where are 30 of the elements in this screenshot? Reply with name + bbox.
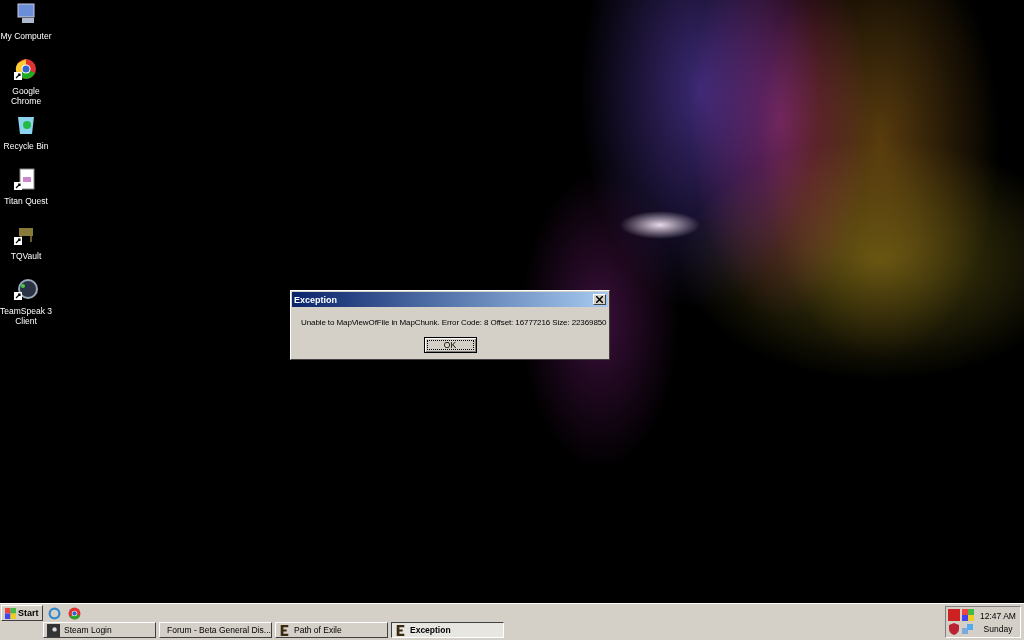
- desktop-icon-label[interactable]: My Computer: [0, 31, 52, 41]
- steam-icon: [47, 623, 60, 637]
- browser-icon[interactable]: [14, 57, 38, 81]
- desktop-icon-label[interactable]: TQVault: [0, 251, 52, 261]
- tiles-icon[interactable]: [962, 609, 974, 621]
- windows-flag-icon: [5, 607, 16, 619]
- clock-day: Sunday: [983, 623, 1013, 634]
- letter-e-icon: [395, 623, 406, 637]
- browser-icon: [48, 606, 61, 620]
- taskbar-button[interactable]: Exception: [391, 622, 504, 638]
- quick-launch-button[interactable]: [66, 605, 83, 621]
- error-message: Unable to MapViewOfFile in MapChunk. Error Code: 8 Offset: 16777216 Size: 22369850: [301, 318, 608, 327]
- dialog-title: Exception: [294, 294, 337, 305]
- taskbar-button[interactable]: Path of Exile: [275, 622, 388, 638]
- computer-icon[interactable]: [14, 2, 38, 26]
- document-icon[interactable]: [14, 167, 38, 191]
- desktop-icon-label[interactable]: Titan Quest: [0, 196, 52, 206]
- shield-icon[interactable]: [948, 623, 960, 635]
- start-button[interactable]: Start: [1, 605, 43, 621]
- close-button[interactable]: [593, 294, 606, 305]
- taskbar-button[interactable]: Forum - Beta General Dis...: [159, 622, 272, 638]
- taskbar-button[interactable]: Steam Login: [43, 622, 156, 638]
- ok-button[interactable]: OK: [423, 337, 477, 353]
- desktop-icon-label[interactable]: Recycle Bin: [0, 141, 52, 151]
- desktop-icon-label[interactable]: TeamSpeak 3 Client: [0, 306, 52, 326]
- desktop-icon-label[interactable]: Google Chrome: [0, 86, 52, 106]
- letter-e-icon: [279, 623, 290, 637]
- clock-time: 12:47 AM: [980, 610, 1016, 621]
- browser-icon: [68, 606, 81, 620]
- close-icon: [596, 296, 603, 303]
